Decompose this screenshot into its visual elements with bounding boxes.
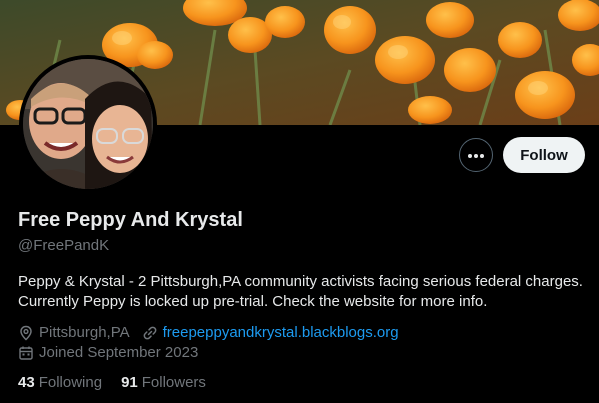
avatar[interactable] <box>19 55 157 193</box>
following-link[interactable]: 43 Following <box>18 374 102 391</box>
location-pin-icon <box>18 325 34 341</box>
more-options-button[interactable] <box>459 138 493 172</box>
followers-count: 91 <box>121 374 138 391</box>
profile-location: Pittsburgh,PA <box>39 324 130 341</box>
follow-button[interactable]: Follow <box>503 137 585 173</box>
profile-meta-row-2: Joined September 2023 <box>18 344 198 361</box>
calendar-icon <box>18 345 34 361</box>
profile-name: Free Peppy And Krystal <box>18 209 243 231</box>
profile-bio: Peppy & Krystal - 2 Pittsburgh,PA commun… <box>18 273 583 310</box>
profile-stats: 43 Following 91 Followers <box>18 374 225 391</box>
followers-label: Followers <box>141 374 206 391</box>
following-label: Following <box>38 374 103 391</box>
profile-joined-date: Joined September 2023 <box>39 344 199 361</box>
profile-meta-row-1: Pittsburgh,PA freepeppyandkrystal.blackb… <box>18 324 399 341</box>
avatar-image <box>23 59 153 189</box>
follow-button-label: Follow <box>520 146 568 164</box>
profile-website-link[interactable]: freepeppyandkrystal.blackblogs.org <box>163 324 399 341</box>
more-dots-icon <box>467 146 485 164</box>
link-icon <box>142 325 158 341</box>
followers-link[interactable]: 91 Followers <box>121 374 206 391</box>
profile-handle: @FreePandK <box>18 237 110 254</box>
following-count: 43 <box>18 374 35 391</box>
